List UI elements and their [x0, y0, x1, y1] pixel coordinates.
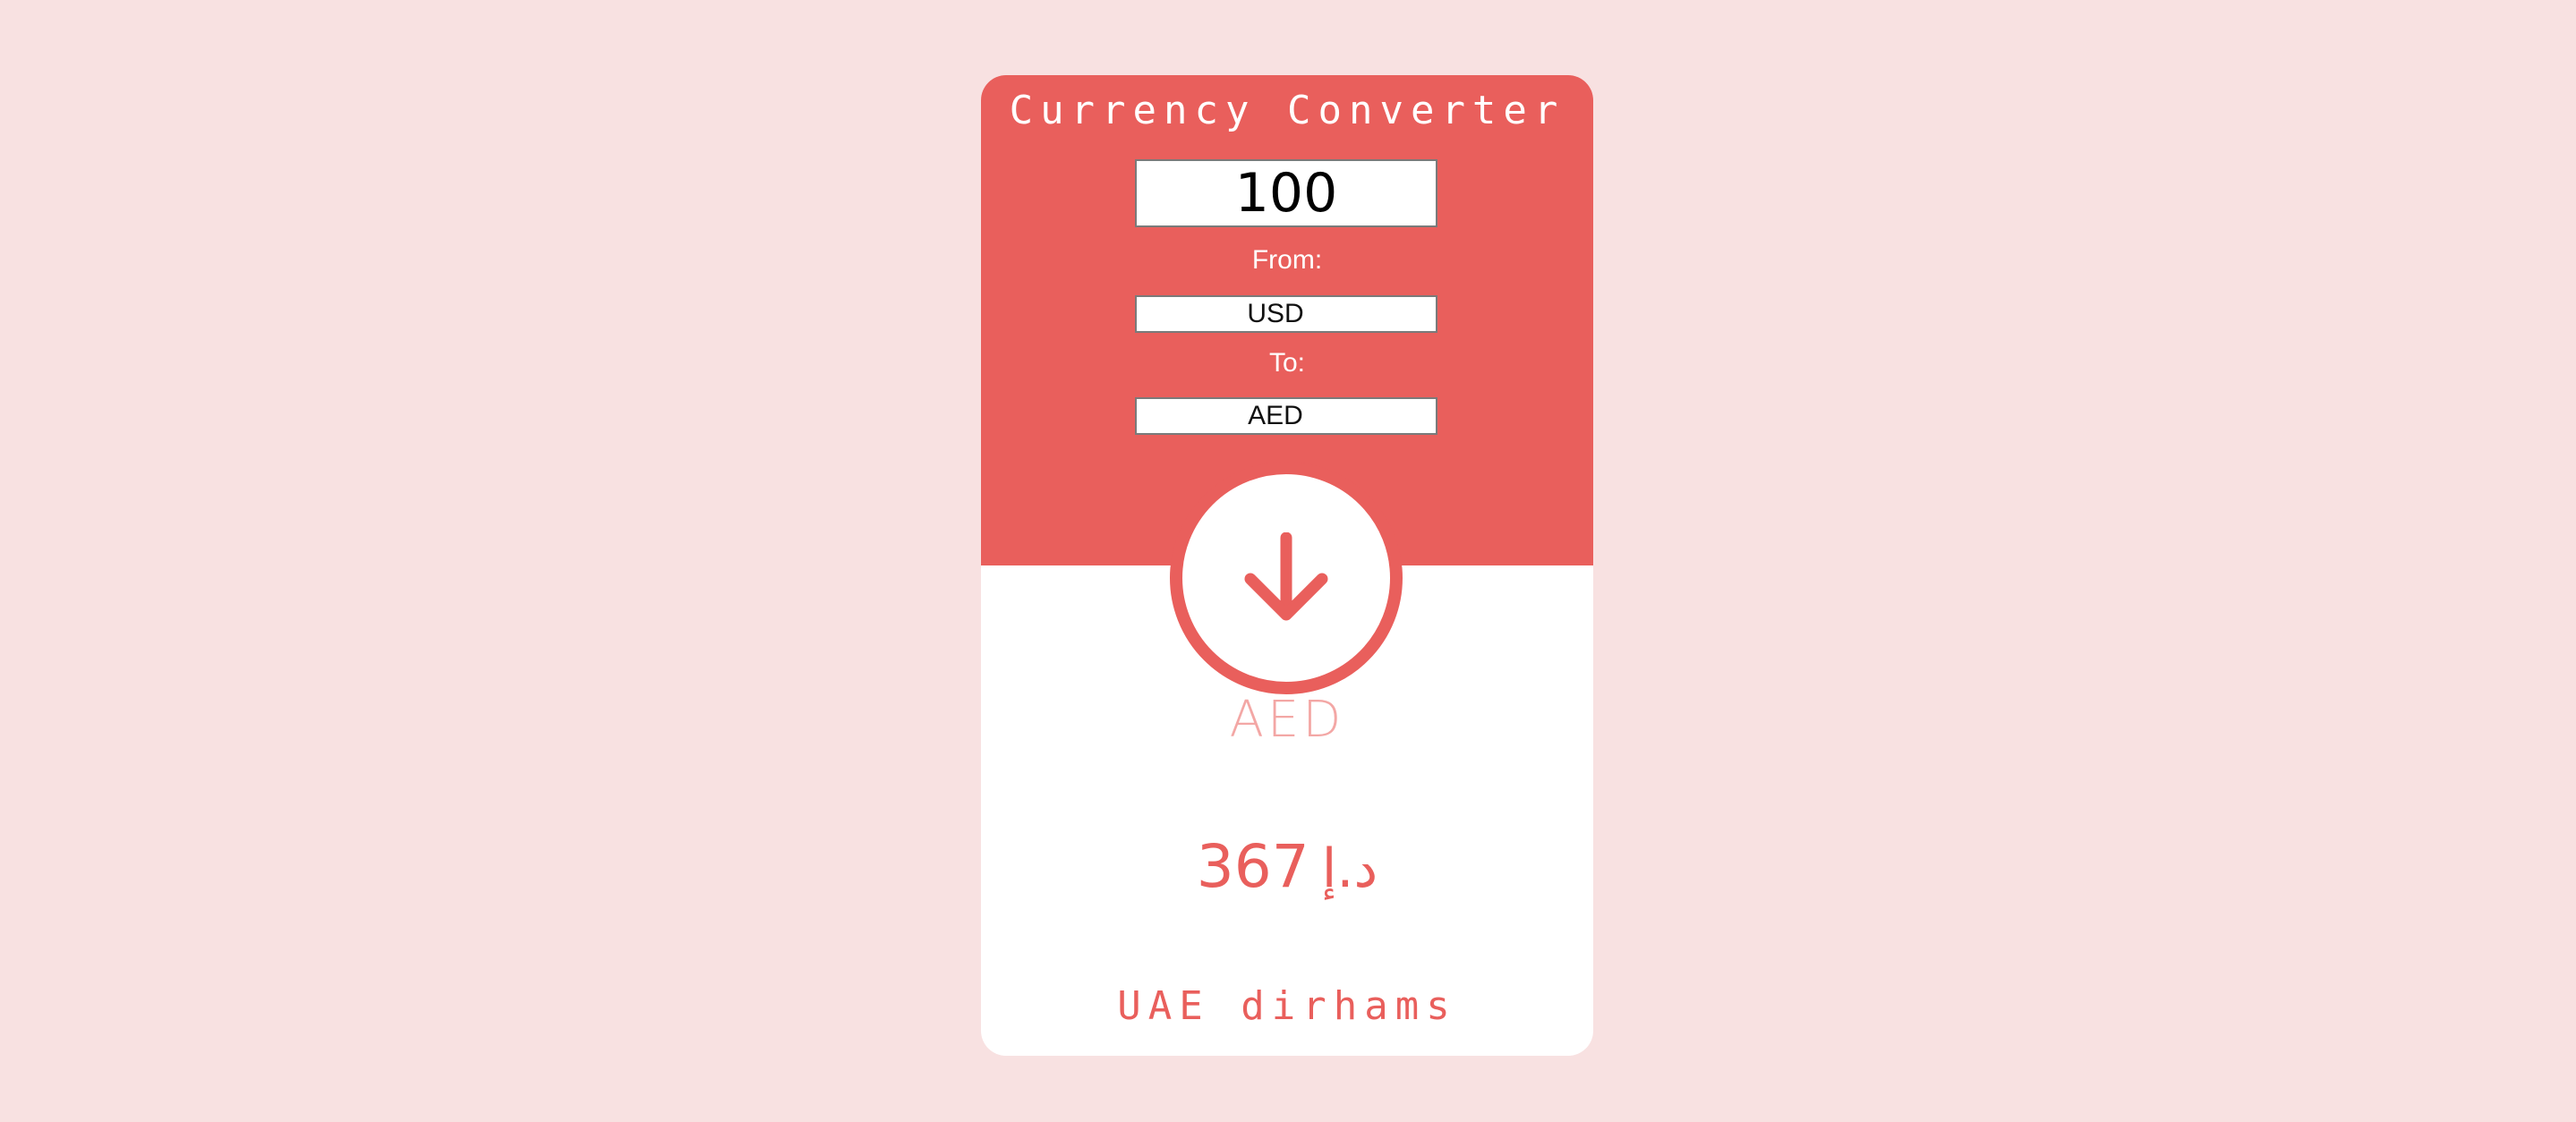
- converted-amount-value: 367: [1196, 832, 1309, 901]
- app-title: Currency Converter: [1009, 88, 1565, 133]
- to-label: To:: [1268, 348, 1306, 378]
- arrow-down-icon: [1244, 532, 1328, 621]
- result-currency-name: UAE dirhams: [1117, 983, 1457, 1029]
- converted-amount: 367 د.إ: [981, 837, 1593, 897]
- currency-symbol: د.إ: [1321, 837, 1378, 900]
- result-currency-code: AED: [1229, 691, 1345, 749]
- to-currency-select[interactable]: AED: [1135, 397, 1437, 435]
- amount-input[interactable]: [1135, 159, 1437, 227]
- from-label: From:: [1251, 245, 1323, 275]
- converter-card: Currency Converter From: USD To: AED AED…: [981, 75, 1593, 1056]
- from-currency-select[interactable]: USD: [1135, 295, 1437, 333]
- convert-button[interactable]: [1170, 462, 1403, 694]
